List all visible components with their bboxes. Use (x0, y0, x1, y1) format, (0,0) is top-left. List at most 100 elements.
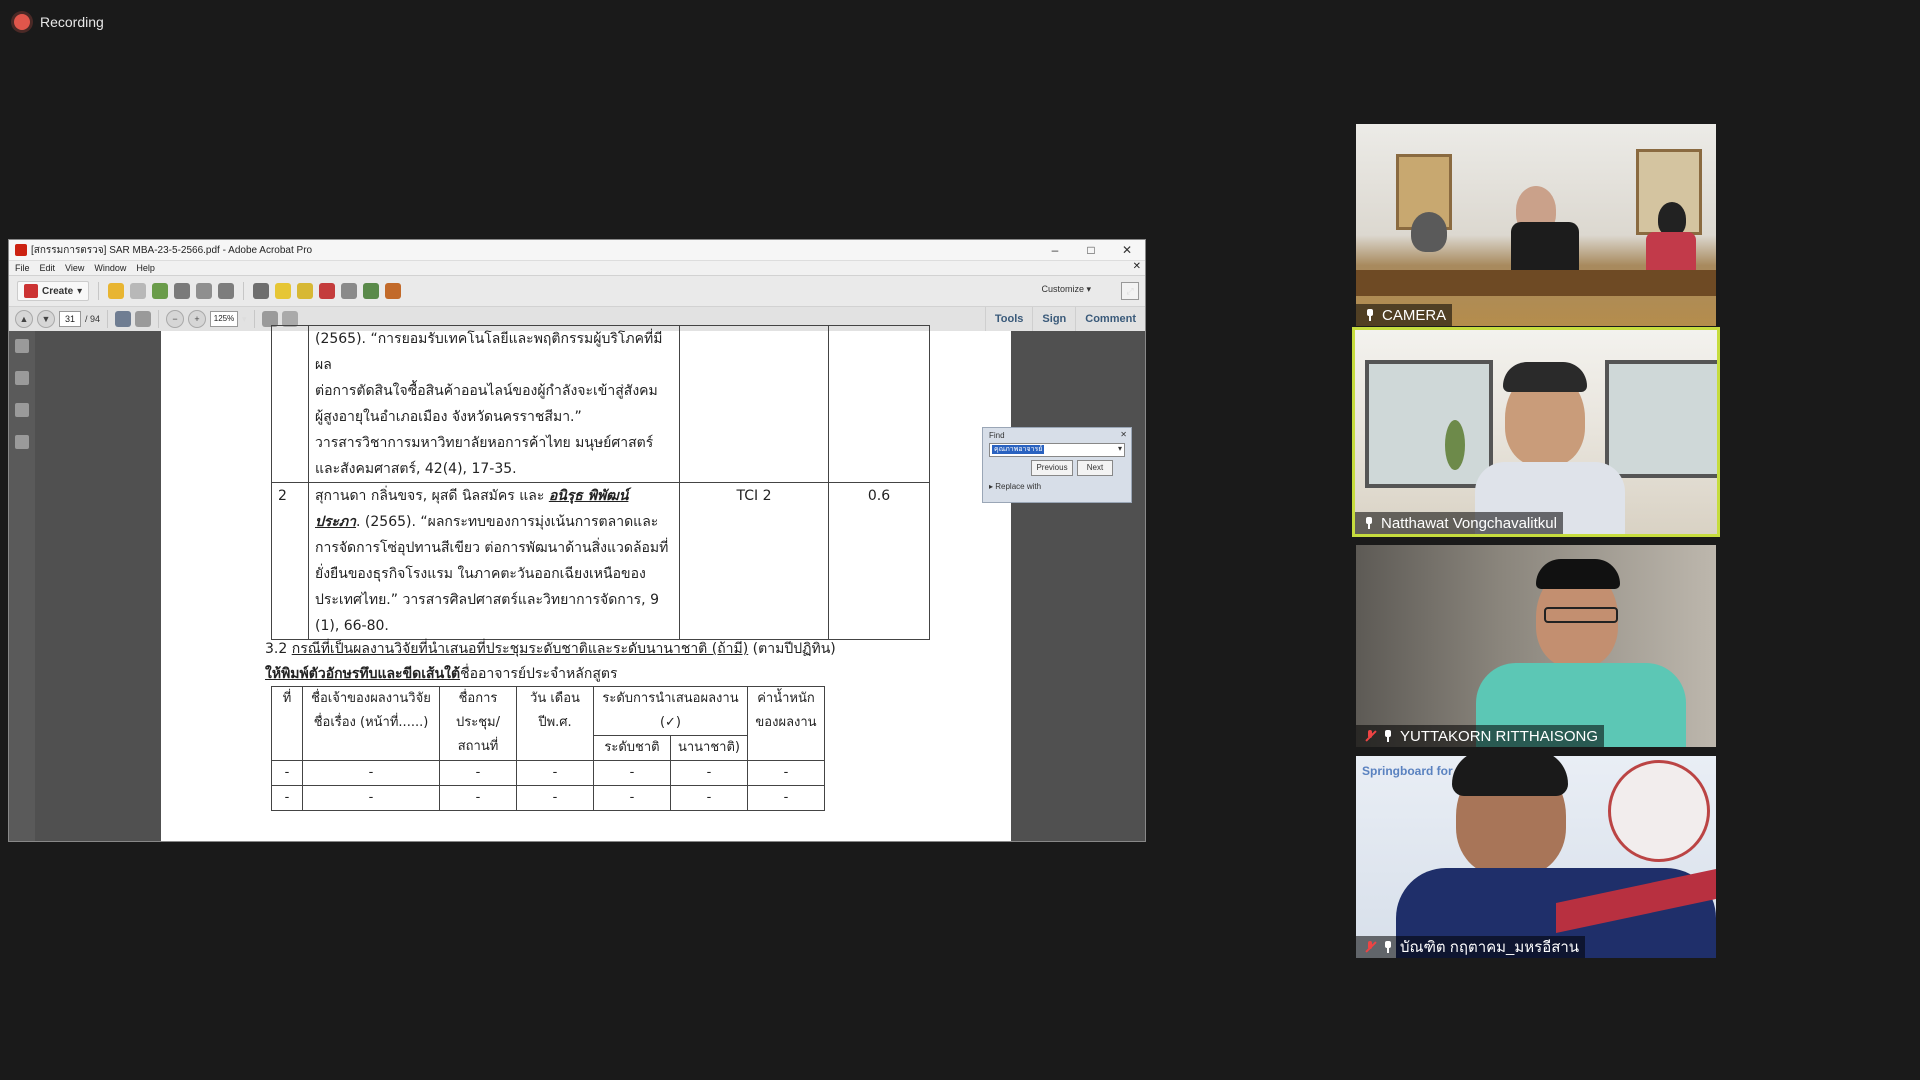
zoom-level-input[interactable]: 125% (210, 311, 239, 327)
video-feed (1356, 124, 1716, 326)
bookmarks-icon[interactable] (15, 371, 29, 385)
find-next-button[interactable]: Next (1077, 460, 1113, 476)
logo-seal (1608, 760, 1710, 862)
find-panel: Find ✕ คุณภาพอาจารย์ ▾ Previous Next ▸ R… (982, 427, 1132, 503)
form-icon[interactable] (385, 283, 402, 299)
citation-line: ยั่งยืนของธุรกิจโรงแรม ในภาคตะวันออกเฉีย… (315, 566, 646, 582)
create-icon (24, 284, 38, 298)
menu-view[interactable]: View (65, 263, 84, 273)
menu-file[interactable]: File (15, 263, 30, 273)
table-cell: - (593, 785, 671, 811)
table-cell (271, 325, 309, 483)
find-label: Find (989, 431, 1005, 440)
table-cell: - (439, 760, 517, 786)
video-tile-participant[interactable]: YUTTAKORN RITTHAISONG (1356, 545, 1716, 747)
select-cursor-icon[interactable] (115, 311, 132, 327)
signatures-icon[interactable] (15, 435, 29, 449)
zoom-out-icon[interactable]: − (166, 310, 185, 328)
section-instruction: ให้พิมพ์ตัวอักษรทึบและขีดเส้นใต้ชื่ออาจา… (265, 666, 618, 682)
email-icon[interactable] (218, 283, 235, 299)
tab-comment[interactable]: Comment (1075, 307, 1145, 331)
weight-value: 0.6 (828, 482, 930, 640)
find-previous-button[interactable]: Previous (1031, 460, 1073, 476)
participant-name-bar: CAMERA (1356, 304, 1453, 326)
print-icon[interactable] (174, 283, 191, 299)
video-tile-participant[interactable]: Springboard for th บัณฑิต กฤตาคม_มหรอีสา… (1356, 756, 1716, 958)
mic-muted-icon (1364, 941, 1376, 953)
table-cell (679, 325, 829, 483)
table-cell: - (271, 760, 303, 786)
open-folder-icon[interactable] (108, 283, 125, 299)
table-cell: - (302, 760, 440, 786)
document-viewport[interactable]: (2565). “การยอมรับเทคโนโลยีและพฤติกรรมผู… (9, 325, 1145, 841)
cloud-icon[interactable] (152, 283, 169, 299)
video-feed: Springboard for th (1356, 756, 1716, 958)
participant-name-bar: YUTTAKORN RITTHAISONG (1356, 725, 1605, 747)
comment-icon[interactable] (275, 283, 292, 299)
person-shape (1658, 202, 1686, 236)
navigation-pane (9, 331, 35, 841)
highlight-icon[interactable] (297, 283, 314, 299)
maximize-icon[interactable]: □ (1073, 243, 1109, 257)
previous-page-icon[interactable]: ▲ (15, 310, 33, 328)
citation-line: และสังคมศาสตร์, 42(4), 17-35. (315, 461, 517, 477)
table-shape (1356, 270, 1716, 296)
expand-icon[interactable]: ⤢ (1121, 282, 1139, 300)
video-tile-active-speaker[interactable]: Natthawat Vongchavalitkul (1352, 327, 1720, 537)
pages-icon[interactable] (15, 339, 29, 353)
pin-icon (1364, 309, 1376, 321)
video-feed (1356, 545, 1716, 747)
menu-edit[interactable]: Edit (40, 263, 56, 273)
acrobat-window: [สกรรมการตรวจ] SAR MBA-23-5-2566.pdf - A… (8, 239, 1146, 842)
create-button[interactable]: Create ▾ (17, 281, 90, 301)
header-cell: วัน เดือน ปีพ.ศ. (516, 686, 594, 761)
table-cell: สุกานดา กลิ่นขจร, ผุสดี นิลสมัคร และ อนิ… (308, 482, 680, 640)
save-icon[interactable] (130, 283, 147, 299)
hair-shape (1536, 559, 1620, 589)
tab-tools[interactable]: Tools (984, 307, 1033, 331)
table-cell: - (271, 785, 303, 811)
row-number: 2 (271, 482, 309, 640)
next-page-icon[interactable]: ▼ (37, 310, 55, 328)
customize-dropdown[interactable]: Customize ▾ (1041, 284, 1091, 295)
table-row: 2 สุกานดา กลิ่นขจร, ผุสดี นิลสมัคร และ อ… (271, 482, 930, 640)
citation-line: ผู้สูงอายุในอำเภอเมือง จังหวัดนครราชสีมา… (315, 409, 582, 425)
upload-icon[interactable] (363, 283, 380, 299)
window-shape (1605, 360, 1717, 478)
menu-help[interactable]: Help (136, 263, 155, 273)
hand-tool-icon[interactable] (135, 311, 152, 327)
settings-icon[interactable] (253, 283, 270, 299)
minimize-icon[interactable]: – (1037, 243, 1073, 257)
attachments-icon[interactable] (15, 403, 29, 417)
participant-name: YUTTAKORN RITTHAISONG (1400, 727, 1599, 745)
participant-name: Natthawat Vongchavalitkul (1381, 514, 1557, 532)
table-cell: - (593, 760, 671, 786)
menu-window[interactable]: Window (94, 263, 126, 273)
zoom-dropdown-icon[interactable]: ▾ (242, 314, 247, 325)
citation-line: สุกานดา กลิ่นขจร, ผุสดี นิลสมัคร และ อนิ… (315, 483, 673, 509)
zoom-in-icon[interactable]: + (188, 310, 207, 328)
video-tile-camera[interactable]: CAMERA (1356, 124, 1716, 326)
stamp-icon[interactable] (319, 283, 336, 299)
replace-with-toggle[interactable]: ▸ Replace with (989, 482, 1041, 491)
tab-sign[interactable]: Sign (1032, 307, 1075, 331)
chevron-down-icon[interactable]: ▾ (1118, 444, 1122, 453)
pin-icon (1382, 941, 1394, 953)
header-cell: ระดับการนำเสนอผลงาน (✓) (593, 686, 748, 736)
pin-icon (1382, 730, 1394, 742)
publications-table: (2565). “การยอมรับเทคโนโลยีและพฤติกรรมผู… (271, 325, 930, 640)
export-icon[interactable] (341, 283, 358, 299)
background-banner-text: Springboard for th (1362, 764, 1468, 778)
find-close-icon[interactable]: ✕ (1120, 430, 1127, 439)
document-close-icon[interactable]: ✕ (1133, 261, 1141, 272)
find-input[interactable]: คุณภาพอาจารย์ ▾ (989, 443, 1125, 457)
close-icon[interactable]: ✕ (1109, 243, 1145, 257)
page-number-input[interactable]: 31 (59, 311, 81, 327)
plant-shape (1445, 420, 1465, 470)
recording-indicator[interactable]: Recording (14, 14, 104, 30)
tci-level: TCI 2 (679, 482, 829, 640)
edit-icon[interactable] (196, 283, 213, 299)
toolbar-separator (243, 282, 245, 300)
header-cell: ชื่อการ ประชุม/ สถานที่ (439, 686, 517, 761)
header-cell: ชื่อเจ้าของผลงานวิจัย ชื่อเรื่อง (หน้าที… (302, 686, 440, 761)
